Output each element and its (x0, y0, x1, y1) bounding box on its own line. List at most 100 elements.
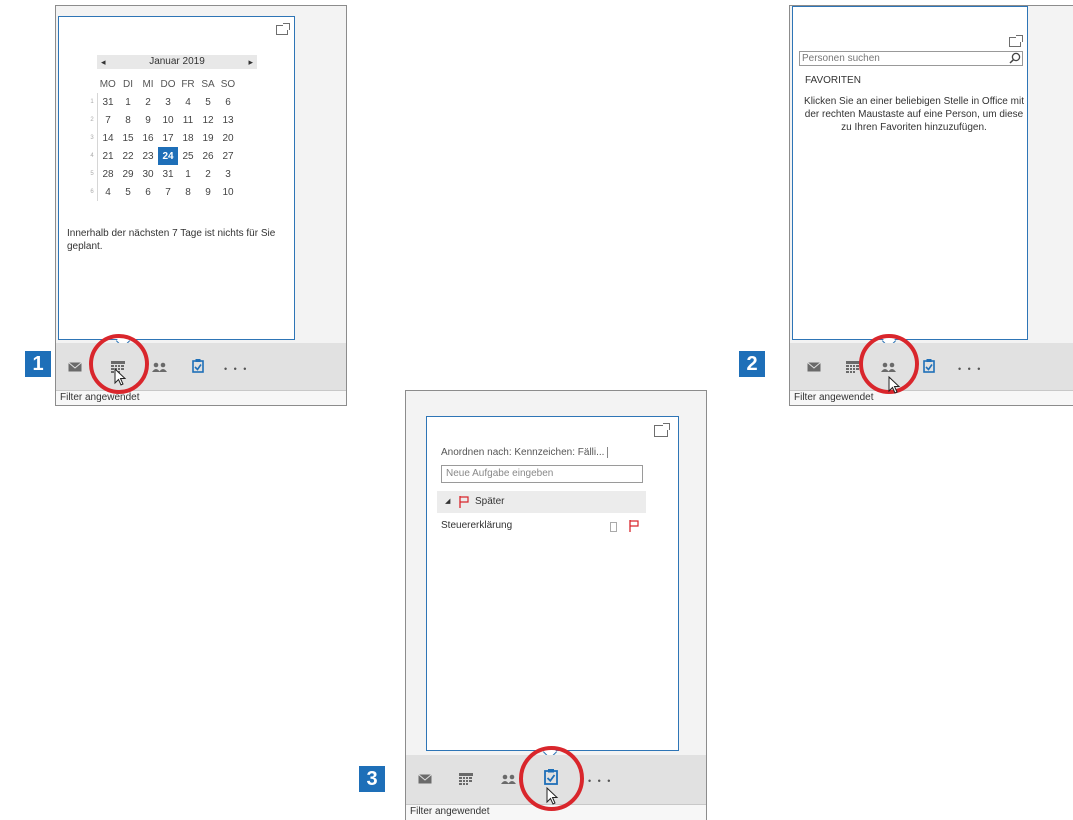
calendar-peek-window: ◂ Januar 2019 ▸ MO DI MI DO FR SA SO 1 31 1 2 3 4 5 6 2… (58, 16, 295, 340)
calendar-day[interactable]: 10 (218, 183, 238, 201)
calendar-day[interactable]: 22 (118, 147, 138, 165)
calendar-day[interactable]: 18 (178, 129, 198, 147)
calendar-day[interactable]: 12 (198, 111, 218, 129)
tasks-icon[interactable] (923, 359, 935, 373)
status-text: Filter angewendet (60, 392, 140, 403)
calendar-day[interactable]: 3 (218, 165, 238, 183)
calendar-day[interactable]: 9 (138, 111, 158, 129)
calendar-day[interactable]: 23 (138, 147, 158, 165)
navigation-bar: • • • (790, 343, 1073, 391)
people-icon[interactable] (501, 774, 517, 784)
calendar-day[interactable]: 21 (98, 147, 119, 165)
agenda-message: Innerhalb der nächsten 7 Tage ist nichts… (67, 228, 276, 252)
cursor-icon (546, 787, 559, 805)
calendar-day[interactable]: 6 (138, 183, 158, 201)
task-complete-checkbox[interactable] (610, 522, 617, 532)
calendar-day[interactable]: 13 (218, 111, 238, 129)
month-title: Januar 2019 (149, 56, 205, 67)
status-bar: Filter angewendet (56, 390, 346, 405)
popout-icon[interactable] (276, 23, 290, 35)
screenshot-calendar-peek: ◂ Januar 2019 ▸ MO DI MI DO FR SA SO 1 31 1 2 3 4 5 6 2… (55, 5, 347, 406)
calendar-day[interactable]: 26 (198, 147, 218, 165)
week-number: 4 (87, 147, 98, 165)
arrange-by-label: Anordnen nach: Kennzeichen: Fälli... (441, 447, 605, 459)
mail-icon[interactable] (418, 774, 432, 784)
calendar-day[interactable]: 29 (118, 165, 138, 183)
week-number: 6 (87, 183, 98, 201)
tasks-icon[interactable] (192, 359, 204, 373)
calendar-day[interactable]: 8 (178, 183, 198, 201)
calendar-day[interactable]: 20 (218, 129, 238, 147)
flag-icon[interactable] (629, 520, 639, 532)
weekday-label: SA (201, 78, 215, 90)
weekday-label: DI (123, 78, 133, 90)
calendar-day[interactable]: 10 (158, 111, 178, 129)
mail-icon[interactable] (807, 362, 821, 372)
calendar-day[interactable]: 25 (178, 147, 198, 165)
more-icon[interactable]: • • • (224, 364, 248, 374)
arrange-by-dropdown[interactable]: Anordnen nach: Kennzeichen: Fälli... (441, 447, 639, 458)
people-search-input[interactable]: Personen suchen (799, 51, 1023, 66)
status-text: Filter angewendet (410, 806, 490, 817)
calendar-day[interactable]: 11 (178, 111, 198, 129)
step-badge: 2 (739, 351, 765, 377)
favorites-heading: FAVORITEN (805, 75, 861, 86)
calendar-day[interactable]: 15 (118, 129, 138, 147)
calendar-day[interactable]: 5 (118, 183, 138, 201)
group-label: Später (475, 496, 505, 507)
screenshot-tasks-peek: Anordnen nach: Kennzeichen: Fälli... Neu… (405, 390, 707, 820)
collapse-triangle-icon[interactable]: ◢ (445, 491, 450, 513)
people-icon[interactable] (152, 362, 168, 372)
next-month-button[interactable]: ▸ (248, 55, 253, 69)
cursor-icon (114, 368, 127, 386)
calendar-day[interactable]: 28 (98, 165, 119, 183)
weekday-label: MI (142, 78, 154, 90)
step-badge: 3 (359, 766, 385, 792)
weekday-label: SO (220, 78, 236, 90)
tasks-peek-window: Anordnen nach: Kennzeichen: Fälli... Neu… (426, 416, 679, 751)
week-number-header (87, 75, 98, 93)
calendar-day[interactable]: 31 (158, 165, 178, 183)
screenshot-people-peek: Personen suchen FAVORITEN Klicken Sie an… (789, 5, 1073, 406)
calendar-day[interactable]: 7 (158, 183, 178, 201)
calendar-day[interactable]: 4 (98, 183, 119, 201)
search-icon[interactable] (1009, 52, 1021, 64)
calendar-day[interactable]: 6 (218, 93, 238, 111)
calendar-day[interactable]: 30 (138, 165, 158, 183)
people-peek-window: Personen suchen FAVORITEN Klicken Sie an… (792, 6, 1028, 340)
status-bar: Filter angewendet (790, 390, 1073, 405)
calendar-day[interactable]: 31 (98, 93, 119, 111)
calendar-day[interactable]: 2 (138, 93, 158, 111)
calendar-day[interactable]: 14 (98, 129, 119, 147)
step-badge: 1 (25, 351, 51, 377)
more-icon[interactable]: • • • (588, 776, 612, 786)
mail-icon[interactable] (68, 362, 82, 372)
calendar-day[interactable]: 8 (118, 111, 138, 129)
popout-icon[interactable] (654, 423, 670, 437)
calendar-icon[interactable] (846, 361, 860, 373)
calendar-day[interactable]: 4 (178, 93, 198, 111)
weekday-label: DO (160, 78, 176, 90)
popout-icon[interactable] (1009, 35, 1023, 47)
calendar-day[interactable]: 2 (198, 165, 218, 183)
calendar-day[interactable]: 16 (138, 129, 158, 147)
calendar-day[interactable]: 19 (198, 129, 218, 147)
calendar-day[interactable]: 9 (198, 183, 218, 201)
calendar-icon[interactable] (459, 773, 473, 785)
calendar-day[interactable]: 7 (98, 111, 119, 129)
task-row[interactable]: Steuererklärung (441, 520, 646, 532)
favorites-message: Klicken Sie an einer beliebigen Stelle i… (804, 96, 1024, 133)
more-icon[interactable]: • • • (958, 364, 982, 374)
calendar-day[interactable]: 5 (198, 93, 218, 111)
new-task-input[interactable]: Neue Aufgabe eingeben (441, 465, 643, 483)
calendar-day[interactable]: 3 (158, 93, 178, 111)
status-text: Filter angewendet (794, 392, 874, 403)
calendar-day[interactable]: 17 (158, 129, 178, 147)
calendar-day-selected[interactable]: 24 (158, 147, 178, 165)
flag-icon (459, 496, 469, 508)
calendar-day[interactable]: 1 (118, 93, 138, 111)
task-name: Steuererklärung (441, 520, 513, 531)
calendar-day[interactable]: 27 (218, 147, 238, 165)
calendar-day[interactable]: 1 (178, 165, 198, 183)
task-group-header[interactable]: ◢ Später (437, 491, 646, 513)
